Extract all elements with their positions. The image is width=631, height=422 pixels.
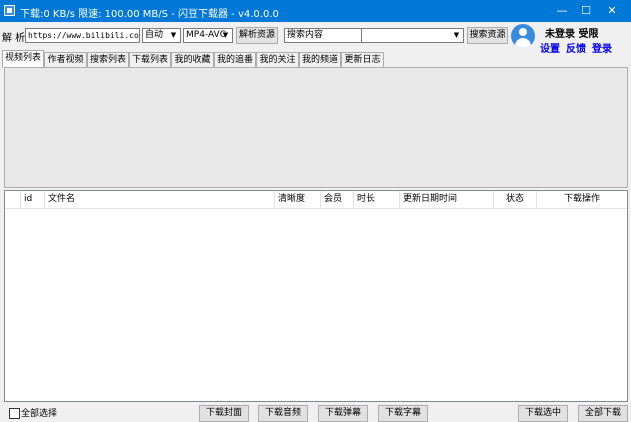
download-subtitle-button[interactable]: 下载字幕 <box>378 405 428 422</box>
chevron-down-icon: ▼ <box>453 31 460 39</box>
column-header-download-action[interactable]: 下载操作 <box>537 191 627 208</box>
app-icon <box>4 5 15 16</box>
download-all-button[interactable]: 全部下载 <box>578 405 628 422</box>
file-list[interactable]: id 文件名 清晰度 会员 时长 更新日期时间 状态 下载操作 <box>4 190 628 402</box>
download-audio-button[interactable]: 下载音频 <box>258 405 308 422</box>
tab-author-videos[interactable]: 作者视频 <box>44 52 87 67</box>
tab-my-bangumi[interactable]: 我的追番 <box>214 52 256 67</box>
tab-search-list[interactable]: 搜索列表 <box>87 52 129 67</box>
quality-select[interactable]: 自动 ▼ <box>142 28 181 43</box>
list-header: id 文件名 清晰度 会员 时长 更新日期时间 状态 下载操作 <box>5 191 627 209</box>
tab-changelog[interactable]: 更新日志 <box>341 52 384 67</box>
download-selected-button[interactable]: 下载选中 <box>518 405 568 422</box>
user-status: 未登录 受限 <box>545 29 599 40</box>
column-header-vip[interactable]: 会员 <box>321 191 354 208</box>
tab-my-channels[interactable]: 我的频道 <box>299 52 341 67</box>
column-header-filename[interactable]: 文件名 <box>45 191 275 208</box>
column-header-update-time[interactable]: 更新日期时间 <box>400 191 494 208</box>
quality-select-value: 自动 <box>145 30 164 40</box>
url-input[interactable]: https://www.bilibili.com/v <box>25 28 140 43</box>
select-all-checkbox[interactable] <box>9 408 20 419</box>
column-header-id[interactable]: id <box>21 191 45 208</box>
search-type-select[interactable]: ▼ <box>361 28 464 43</box>
column-header-status[interactable]: 状态 <box>494 191 537 208</box>
column-header-quality[interactable]: 清晰度 <box>275 191 321 208</box>
download-cover-button[interactable]: 下载封面 <box>199 405 249 422</box>
tab-download-list[interactable]: 下载列表 <box>129 52 171 67</box>
parse-button[interactable]: 解析资源 <box>236 27 278 44</box>
avatar[interactable] <box>511 24 535 48</box>
select-all-label[interactable]: 全部选择 <box>21 406 57 419</box>
title-bar: 下载:0 KB/s 限速: 100.00 MB/S - 闪豆下载器 - v4.0… <box>0 0 631 22</box>
video-list-panel <box>4 67 628 188</box>
tab-video-list[interactable]: 视频列表 <box>2 50 44 68</box>
feedback-link[interactable]: 反馈 <box>566 40 586 55</box>
settings-link[interactable]: 设置 <box>540 40 560 55</box>
search-input[interactable]: 搜索内容 <box>284 28 361 43</box>
download-danmaku-button[interactable]: 下载弹幕 <box>318 405 368 422</box>
window-title: 下载:0 KB/s 限速: 100.00 MB/S - 闪豆下载器 - v4.0… <box>20 9 279 20</box>
tab-my-following[interactable]: 我的关注 <box>256 52 299 67</box>
chevron-down-icon: ▼ <box>222 31 229 39</box>
column-header-duration[interactable]: 时长 <box>354 191 400 208</box>
close-button[interactable]: ✕ <box>589 0 631 22</box>
column-header-select[interactable] <box>5 191 21 208</box>
codec-select[interactable]: MP4-AVC ▼ <box>183 28 233 43</box>
search-button[interactable]: 搜索资源 <box>467 27 508 44</box>
chevron-down-icon: ▼ <box>170 31 177 39</box>
login-link[interactable]: 登录 <box>592 40 612 55</box>
tab-my-favorites[interactable]: 我的收藏 <box>171 52 214 67</box>
